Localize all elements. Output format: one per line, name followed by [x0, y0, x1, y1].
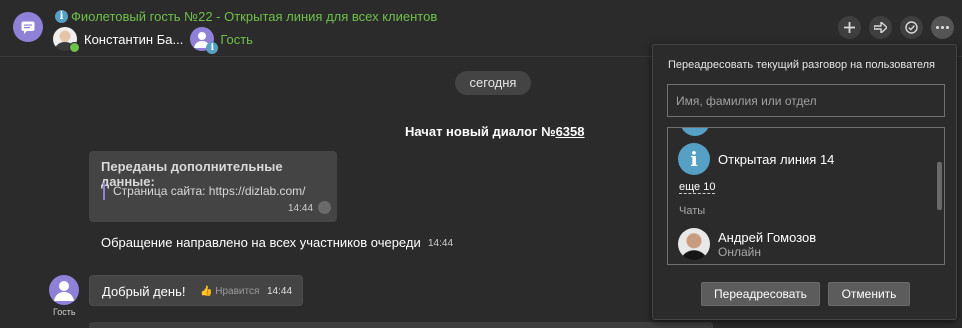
- forward-popup: Переадресовать текущий разговор на польз…: [652, 44, 957, 320]
- system-avatar-icon: [318, 201, 331, 214]
- chat-title[interactable]: Фиолетовый гость №22 - Открытая линия дл…: [71, 9, 437, 24]
- section-chats-label: Чаты: [679, 205, 706, 217]
- popup-title: Переадресовать текущий разговор на польз…: [668, 59, 936, 71]
- operator-name[interactable]: Константин Ба...: [84, 32, 183, 47]
- check-circle-icon: [905, 21, 918, 34]
- user-silhouette-icon: [54, 281, 74, 301]
- new-dialog-message: Начат новый диалог №6358: [405, 124, 584, 139]
- info-icon[interactable]: i: [55, 10, 68, 23]
- operator-avatar[interactable]: [53, 27, 80, 53]
- list-scrollbar[interactable]: [937, 162, 942, 210]
- show-more-link[interactable]: еще 10: [679, 181, 716, 194]
- dialog-number-link[interactable]: 6358: [556, 124, 585, 139]
- more-menu-button[interactable]: [931, 16, 954, 39]
- new-dialog-label: Начат новый диалог №: [405, 124, 556, 139]
- chat-type-icon[interactable]: [13, 12, 43, 42]
- guest-caption: Гость: [53, 307, 76, 317]
- guest-avatar-small[interactable]: i: [190, 27, 219, 54]
- next-message-edge: [89, 322, 713, 328]
- queue-notice: Обращение направлено на всех участников …: [101, 235, 421, 250]
- list-item-avatar: [680, 128, 710, 136]
- close-dialog-button[interactable]: [900, 16, 923, 39]
- user-avatar[interactable]: [678, 228, 710, 260]
- date-separator: сегодня: [455, 71, 531, 95]
- site-page-text: Страница сайта: https://dizlab.com/: [113, 184, 306, 198]
- user-status: Онлайн: [718, 245, 761, 259]
- forward-arrow-icon: [874, 22, 887, 33]
- quote-bar: [103, 183, 105, 200]
- guest-label[interactable]: Гость: [220, 32, 253, 47]
- user-name[interactable]: Андрей Гомозов: [718, 230, 816, 245]
- forward-target-list: i Открытая линия 14 еще 10 Чаты Андрей Г…: [667, 127, 945, 265]
- more-dots-icon: [936, 26, 949, 29]
- open-line-item[interactable]: Открытая линия 14: [718, 152, 834, 167]
- plus-icon: [844, 22, 855, 33]
- operator-status-icon: [69, 42, 80, 53]
- message-text: Добрый день!: [102, 284, 186, 299]
- cancel-button[interactable]: Отменить: [828, 282, 910, 306]
- guest-info-icon: i: [206, 42, 219, 54]
- system-card-time: 14:44: [288, 203, 314, 214]
- add-user-button[interactable]: [838, 16, 861, 39]
- forward-button[interactable]: [869, 16, 892, 39]
- system-data-card: Переданы дополнительные данные: Страница…: [89, 151, 337, 222]
- guest-avatar[interactable]: [49, 275, 79, 305]
- thumbs-up-icon: 👍: [200, 286, 213, 297]
- guest-message: Добрый день! 👍 Нравится 14:44: [89, 275, 303, 306]
- queue-notice-time: 14:44: [428, 238, 454, 249]
- message-time: 14:44: [267, 286, 293, 297]
- open-line-info-icon[interactable]: i: [678, 143, 710, 175]
- like-button[interactable]: 👍 Нравится: [200, 286, 259, 297]
- user-search-input[interactable]: [667, 84, 945, 117]
- participants-bar: Константин Ба... i Гость: [53, 26, 253, 54]
- header-actions: [838, 16, 954, 39]
- forward-confirm-button[interactable]: Переадресовать: [701, 282, 820, 306]
- like-label: Нравится: [215, 286, 260, 297]
